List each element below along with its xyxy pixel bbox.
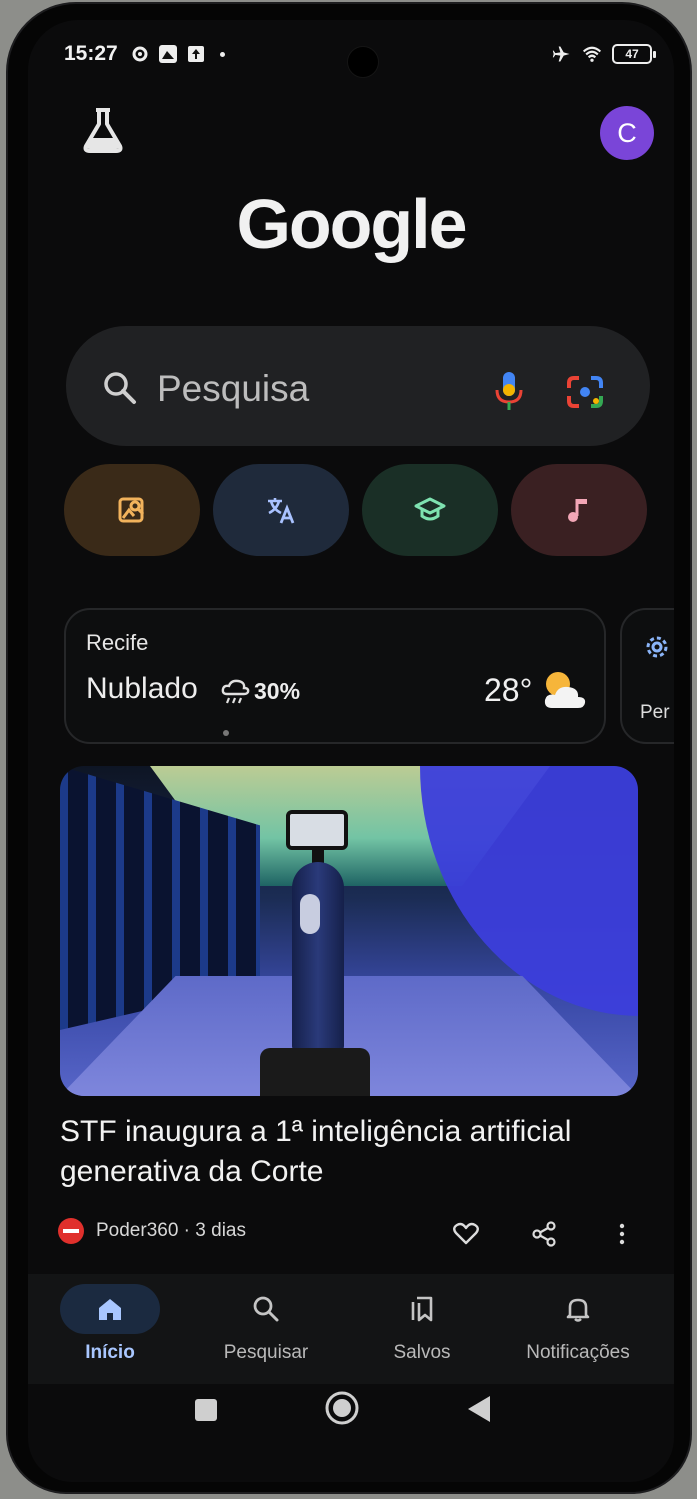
nav-saved-label: Salvos [393,1342,451,1363]
carousel-indicator [223,730,229,736]
shortcut-chips [64,464,650,556]
news-image[interactable] [60,766,638,1096]
account-avatar[interactable]: C [600,106,654,160]
nav-search-pill [216,1284,316,1334]
bell-icon [566,1298,590,1322]
settings-card[interactable]: Per [620,608,674,744]
bookmarks-icon [411,1296,433,1322]
rain-cloud-icon [220,676,250,706]
weather-condition: Nublado [86,672,198,705]
labs-flask-icon[interactable] [80,106,126,154]
weather-city: Recife [86,630,149,655]
homework-chip[interactable] [362,464,498,556]
weather-temperature: 28° [484,672,533,708]
front-camera [347,46,379,78]
search-icon [102,370,138,406]
source-logo [58,1218,84,1244]
heart-icon[interactable] [448,1218,484,1250]
battery-indicator: 47 [612,44,656,64]
nav-notifications-label: Notificações [526,1342,630,1363]
robot-head [286,810,348,850]
nav-home-pill [60,1284,160,1334]
status-system-icons: 47 [552,44,656,64]
nav-saved-pill [372,1284,472,1334]
nav-notifications[interactable]: Notificações [508,1284,648,1364]
status-time: 15:27 [64,42,118,65]
status-more-dot [220,51,225,57]
bottom-navigation: Início Pesquisar Salvos Notificações [28,1274,674,1384]
settings-card-label: Per [640,702,670,723]
share-icon[interactable] [526,1218,562,1250]
source-text: Poder360 · 3 dias [96,1220,246,1241]
school-icon [414,497,446,521]
home-icon [99,1299,121,1320]
nav-home-label: Início [85,1342,135,1363]
weather-card[interactable]: Recife Nublado 30% 28° [64,608,606,744]
google-logo: Google [236,185,467,263]
music-note-icon [568,499,587,522]
news-headline[interactable]: STF inaugura a 1ª inteligência artificia… [60,1112,650,1192]
microphone-icon[interactable] [494,370,524,412]
robot-base [260,1048,370,1096]
gear-status-icon [130,44,150,64]
image-search-chip[interactable] [64,464,200,556]
translate-chip[interactable] [213,464,349,556]
nav-home[interactable]: Início [40,1284,180,1364]
robot-panel [300,894,320,934]
nav-notifications-pill [528,1284,628,1334]
system-navigation [28,1384,674,1454]
airplane-mode-icon [552,44,572,64]
screen: 15:27 47 C Google Pesquisa Recife Nublad… [28,20,674,1482]
song-search-chip[interactable] [511,464,647,556]
nav-saved[interactable]: Salvos [352,1284,492,1364]
nav-search-label: Pesquisar [223,1342,309,1363]
back-button[interactable] [466,1394,492,1429]
news-source: Poder360 · 3 dias [58,1216,246,1246]
phone-frame: 15:27 47 C Google Pesquisa Recife Nublad… [6,2,692,1494]
upload-status-icon [186,44,206,64]
status-notification-icons [130,44,225,64]
home-button[interactable] [324,1390,360,1431]
search-bar[interactable]: Pesquisa [66,326,650,446]
translate-icon [268,498,295,524]
image-search-icon [118,497,145,523]
news-actions [448,1218,640,1250]
robot-body [292,862,344,1052]
recents-button[interactable] [194,1398,218,1427]
more-vert-icon[interactable] [604,1218,640,1250]
gear-icon [642,632,672,662]
search-icon [253,1296,279,1322]
search-placeholder: Pesquisa [157,368,310,409]
nav-search[interactable]: Pesquisar [196,1284,336,1364]
wifi-icon [582,44,602,64]
partly-cloudy-icon [542,668,588,712]
google-lens-icon[interactable] [566,374,604,410]
rain-chance: 30% [254,678,301,704]
photos-status-icon [158,44,178,64]
